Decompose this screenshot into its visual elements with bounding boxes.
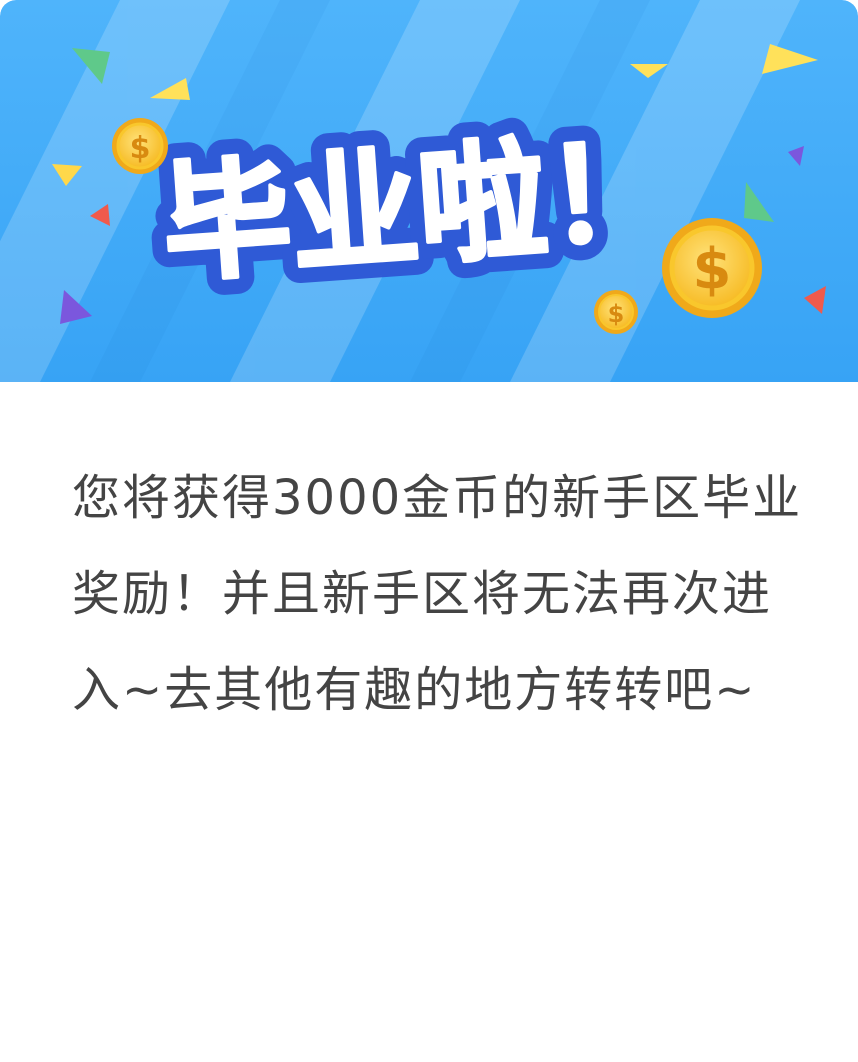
graduation-banner: 毕业啦！ 毕业啦！ $ $ $ xyxy=(0,0,858,382)
svg-text:$: $ xyxy=(608,300,625,328)
coin-icon: $ xyxy=(662,218,762,318)
svg-text:$: $ xyxy=(130,131,151,166)
coin-icon: $ xyxy=(112,118,168,174)
coin-icon: $ xyxy=(594,290,638,334)
svg-text:$: $ xyxy=(693,237,732,302)
graduation-dialog: 毕业啦！ 毕业啦！ $ $ $ 您将获得3000金币的新手区毕业奖励！并且新手区… xyxy=(0,0,858,1062)
banner-illustration: 毕业啦！ 毕业啦！ $ $ $ xyxy=(0,0,858,382)
reward-message: 您将获得3000金币的新手区毕业奖励！并且新手区将无法再次进入~去其他有趣的地方… xyxy=(72,470,803,718)
